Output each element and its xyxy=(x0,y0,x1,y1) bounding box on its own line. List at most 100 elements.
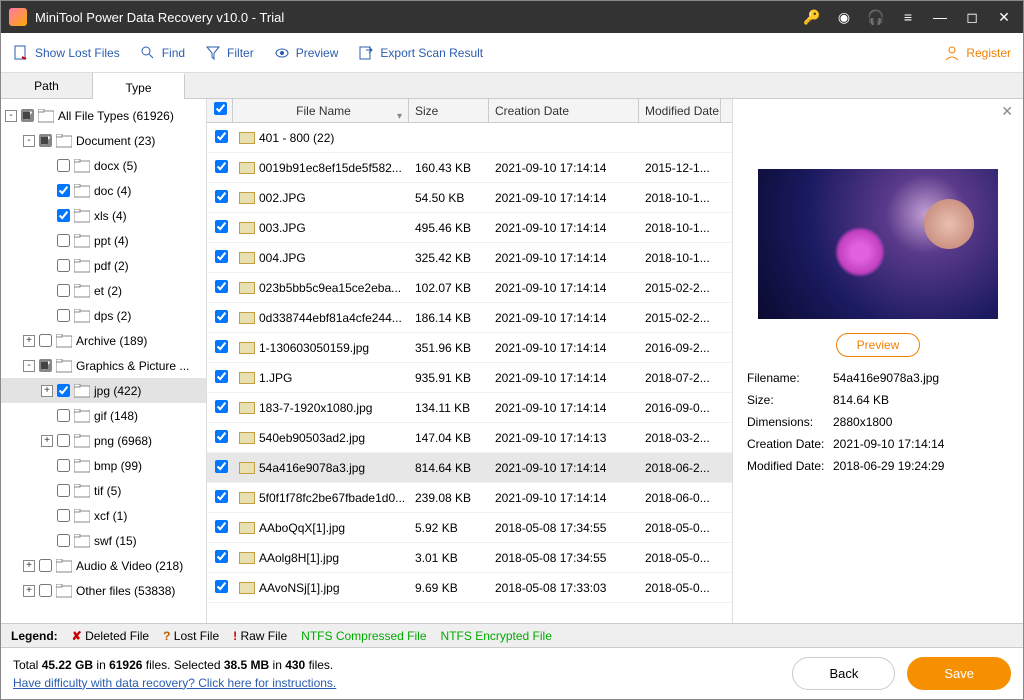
file-row[interactable]: 1-130603050159.jpg351.96 KB2021-09-10 17… xyxy=(207,333,732,363)
tree-item[interactable]: -Graphics & Picture ... xyxy=(1,353,206,378)
help-link[interactable]: Have difficulty with data recovery? Clic… xyxy=(13,676,336,690)
file-row[interactable]: 540eb90503ad2.jpg147.04 KB2021-09-10 17:… xyxy=(207,423,732,453)
tree-checkbox[interactable] xyxy=(57,509,70,522)
file-checkbox[interactable] xyxy=(215,130,228,143)
tree-item[interactable]: -All File Types (61926) xyxy=(1,103,206,128)
file-row[interactable]: AAboQqX[1].jpg5.92 KB2018-05-08 17:34:55… xyxy=(207,513,732,543)
find-button[interactable]: Find xyxy=(140,45,185,61)
tree-item[interactable]: +Audio & Video (218) xyxy=(1,553,206,578)
file-list[interactable]: File Name▾ Size Creation Date Modified D… xyxy=(207,99,733,623)
tab-path[interactable]: Path xyxy=(1,73,93,98)
file-checkbox[interactable] xyxy=(215,370,228,383)
tree-checkbox[interactable] xyxy=(57,409,70,422)
maximize-icon[interactable]: ◻ xyxy=(961,6,983,28)
tree-item[interactable]: +png (6968) xyxy=(1,428,206,453)
tree-checkbox[interactable] xyxy=(57,384,70,397)
file-row[interactable]: 004.JPG325.42 KB2021-09-10 17:14:142018-… xyxy=(207,243,732,273)
file-row[interactable]: 401 - 800 (22) xyxy=(207,123,732,153)
file-row[interactable]: 0d338744ebf81a4cfe244...186.14 KB2021-09… xyxy=(207,303,732,333)
preview-button[interactable]: Preview xyxy=(274,45,339,61)
file-checkbox[interactable] xyxy=(215,310,228,323)
file-row[interactable]: 0019b91ec8ef15de5f582...160.43 KB2021-09… xyxy=(207,153,732,183)
key-icon[interactable]: 🔑 xyxy=(801,6,823,28)
tree-item[interactable]: ppt (4) xyxy=(1,228,206,253)
file-row[interactable]: 54a416e9078a3.jpg814.64 KB2021-09-10 17:… xyxy=(207,453,732,483)
tree-checkbox[interactable] xyxy=(39,334,52,347)
expand-icon[interactable]: - xyxy=(23,135,35,147)
header-size[interactable]: Size xyxy=(409,99,489,122)
show-lost-files-button[interactable]: Show Lost Files xyxy=(13,45,120,61)
tree-checkbox[interactable] xyxy=(57,184,70,197)
minimize-icon[interactable]: — xyxy=(929,6,951,28)
close-icon[interactable]: ✕ xyxy=(993,6,1015,28)
expand-icon[interactable]: + xyxy=(41,435,53,447)
tree-item[interactable]: doc (4) xyxy=(1,178,206,203)
tree-checkbox[interactable] xyxy=(57,459,70,472)
tree-item[interactable]: bmp (99) xyxy=(1,453,206,478)
file-checkbox[interactable] xyxy=(215,340,228,353)
close-preview-icon[interactable]: ✕ xyxy=(1001,103,1013,120)
file-checkbox[interactable] xyxy=(215,190,228,203)
back-button[interactable]: Back xyxy=(792,657,895,690)
tree-checkbox[interactable] xyxy=(57,259,70,272)
filter-button[interactable]: Filter xyxy=(205,45,254,61)
file-checkbox[interactable] xyxy=(215,460,228,473)
tree-checkbox[interactable] xyxy=(39,559,52,572)
preview-open-button[interactable]: Preview xyxy=(836,333,921,357)
file-row[interactable]: AAvoNSj[1].jpg9.69 KB2018-05-08 17:33:03… xyxy=(207,573,732,603)
file-row[interactable]: 023b5bb5c9ea15ce2eba...102.07 KB2021-09-… xyxy=(207,273,732,303)
tree-checkbox[interactable] xyxy=(57,484,70,497)
expand-icon[interactable]: + xyxy=(23,335,35,347)
tree-checkbox[interactable] xyxy=(57,534,70,547)
headphones-icon[interactable]: 🎧 xyxy=(865,6,887,28)
file-row[interactable]: 5f0f1f78fc2be67fbade1d0...239.08 KB2021-… xyxy=(207,483,732,513)
export-button[interactable]: Export Scan Result xyxy=(358,45,483,61)
file-checkbox[interactable] xyxy=(215,430,228,443)
file-row[interactable]: AAolg8H[1].jpg3.01 KB2018-05-08 17:34:55… xyxy=(207,543,732,573)
expand-icon[interactable]: + xyxy=(41,385,53,397)
tree-item[interactable]: xcf (1) xyxy=(1,503,206,528)
file-checkbox[interactable] xyxy=(215,520,228,533)
file-checkbox[interactable] xyxy=(215,550,228,563)
file-checkbox[interactable] xyxy=(215,250,228,263)
tree-item[interactable]: pdf (2) xyxy=(1,253,206,278)
tree-item[interactable]: -Document (23) xyxy=(1,128,206,153)
tree-item[interactable]: gif (148) xyxy=(1,403,206,428)
tree-item[interactable]: +Other files (53838) xyxy=(1,578,206,603)
tree-item[interactable]: tif (5) xyxy=(1,478,206,503)
file-checkbox[interactable] xyxy=(215,280,228,293)
file-checkbox[interactable] xyxy=(215,400,228,413)
tab-type[interactable]: Type xyxy=(93,73,185,99)
tree-checkbox[interactable] xyxy=(57,234,70,247)
tree-checkbox[interactable] xyxy=(57,284,70,297)
tree-item[interactable]: docx (5) xyxy=(1,153,206,178)
file-checkbox[interactable] xyxy=(215,220,228,233)
expand-icon[interactable]: + xyxy=(23,585,35,597)
tree-item[interactable]: et (2) xyxy=(1,278,206,303)
menu-icon[interactable]: ≡ xyxy=(897,6,919,28)
file-type-tree[interactable]: -All File Types (61926)-Document (23)doc… xyxy=(1,99,207,623)
disc-icon[interactable]: ◉ xyxy=(833,6,855,28)
expand-icon[interactable]: - xyxy=(5,110,17,122)
tree-item[interactable]: xls (4) xyxy=(1,203,206,228)
file-row[interactable]: 183-7-1920x1080.jpg134.11 KB2021-09-10 1… xyxy=(207,393,732,423)
tree-checkbox[interactable] xyxy=(57,209,70,222)
tree-item[interactable]: +jpg (422) xyxy=(1,378,206,403)
tree-checkbox[interactable] xyxy=(57,159,70,172)
tree-item[interactable]: +Archive (189) xyxy=(1,328,206,353)
tree-item[interactable]: swf (15) xyxy=(1,528,206,553)
header-checkbox[interactable] xyxy=(207,99,233,122)
expand-icon[interactable]: - xyxy=(23,360,35,372)
expand-icon[interactable]: + xyxy=(23,560,35,572)
tree-checkbox[interactable] xyxy=(39,584,52,597)
header-filename[interactable]: File Name▾ xyxy=(233,99,409,122)
save-button[interactable]: Save xyxy=(907,657,1011,690)
header-creation-date[interactable]: Creation Date xyxy=(489,99,639,122)
tree-checkbox[interactable] xyxy=(57,434,70,447)
tree-item[interactable]: dps (2) xyxy=(1,303,206,328)
file-row[interactable]: 003.JPG495.46 KB2021-09-10 17:14:142018-… xyxy=(207,213,732,243)
register-button[interactable]: Register xyxy=(944,45,1011,61)
tree-checkbox[interactable] xyxy=(57,309,70,322)
file-checkbox[interactable] xyxy=(215,580,228,593)
file-checkbox[interactable] xyxy=(215,490,228,503)
